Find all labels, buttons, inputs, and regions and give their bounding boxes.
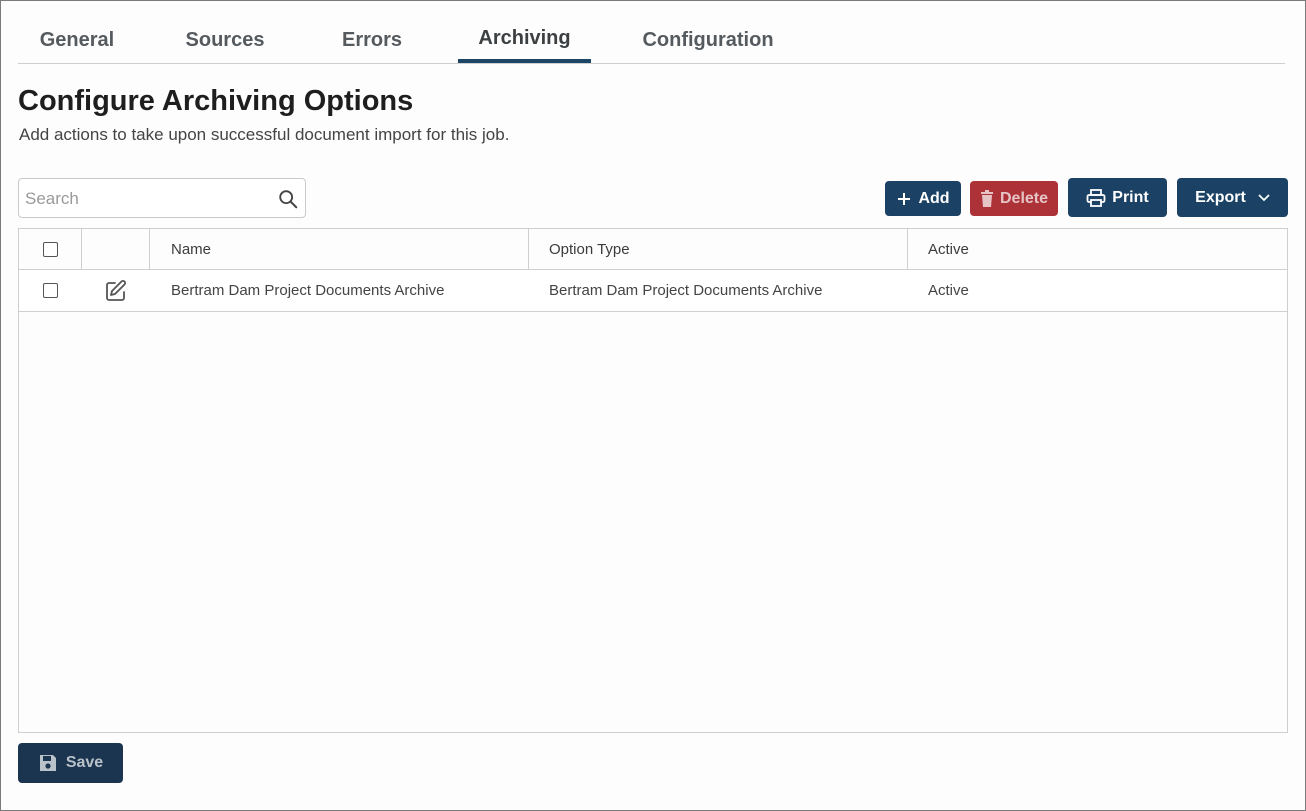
chevron-down-icon [1258,193,1270,201]
header-select-cell [19,229,82,269]
export-button-label: Export [1195,188,1246,206]
row-checkbox[interactable] [43,283,58,298]
tab-archiving[interactable]: Archiving [458,15,591,63]
floppy-disk-icon [39,755,56,771]
column-header-option-type[interactable]: Option Type [529,229,908,269]
plus-icon [898,192,911,205]
tab-bar: General Sources Errors Archiving Configu… [18,15,1285,64]
edit-icon[interactable] [104,279,128,303]
app-window: General Sources Errors Archiving Configu… [0,0,1306,811]
header-edit-cell [82,229,150,269]
add-button[interactable]: Add [885,181,961,216]
page-title: Configure Archiving Options [18,85,414,117]
export-button[interactable]: Export [1177,178,1288,217]
search-input[interactable] [25,187,265,211]
delete-button-label: Delete [999,189,1049,207]
delete-button[interactable]: Delete [970,181,1058,216]
select-all-checkbox[interactable] [42,241,58,257]
table-header: Name Option Type Active [19,229,1287,270]
add-button-label: Add [918,189,950,207]
tab-general[interactable]: General [18,15,136,63]
row-option-type: Bertram Dam Project Documents Archive [549,282,823,299]
tab-sources[interactable]: Sources [164,15,286,63]
row-edit-cell [82,270,150,311]
print-button[interactable]: Print [1068,178,1167,217]
row-name: Bertram Dam Project Documents Archive [171,282,445,299]
search-box [18,178,306,218]
tab-errors[interactable]: Errors [318,15,426,63]
save-button-label: Save [65,754,104,771]
column-header-name[interactable]: Name [150,229,529,269]
row-select-cell [19,270,82,311]
printer-icon [1086,188,1106,207]
table-row[interactable]: Bertram Dam Project Documents Archive Be… [19,270,1287,312]
print-button-label: Print [1112,188,1149,206]
trash-icon [980,190,993,207]
column-header-active[interactable]: Active [908,229,1287,269]
search-icon[interactable] [277,188,299,210]
page-subtitle: Add actions to take upon successful docu… [19,125,510,144]
row-active-status: Active [928,282,969,299]
tab-configuration[interactable]: Configuration [624,15,792,63]
archiving-options-table: Name Option Type Active Bertram Dam Proj… [18,228,1288,733]
save-button[interactable]: Save [18,743,123,783]
